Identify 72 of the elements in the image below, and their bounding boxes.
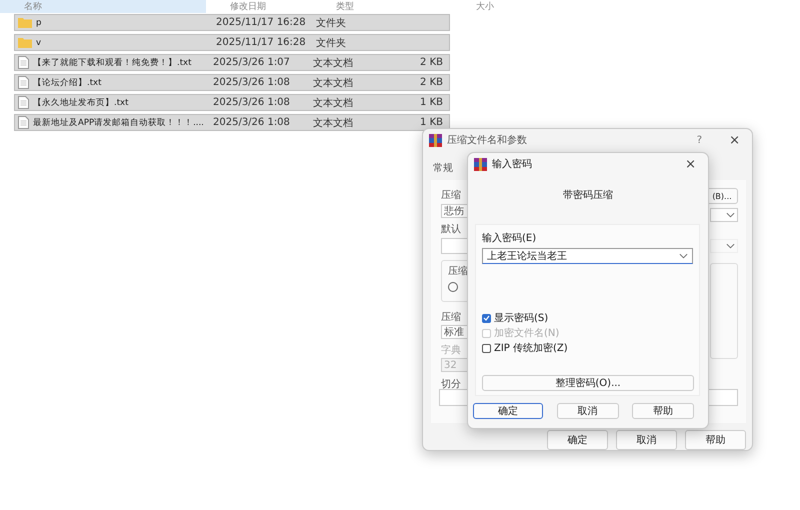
file-size: 2 KB [419,77,443,88]
close-button[interactable]: × [679,156,702,172]
field-label: 字典 [441,344,461,357]
checkbox-label: 加密文件名(N) [494,326,560,340]
file-size: 1 KB [419,97,443,108]
file-row[interactable]: 【论坛介绍】.txt 2025/3/26 1:08 文本文档 2 KB [14,74,450,91]
group-label: 压缩 [448,264,469,278]
dialog-button[interactable]: 取消 [616,430,677,450]
file-size: 1 KB [419,117,443,128]
field-label: 默认 [441,223,461,236]
dialog-button[interactable]: 帮助 [685,430,746,450]
checkbox-label: 显示密码(S) [494,312,548,325]
help-button[interactable]: ? [680,134,718,146]
radio-button[interactable] [448,282,458,292]
close-button[interactable]: × [723,132,746,148]
column-header[interactable]: 大小 [452,0,512,13]
column-header[interactable]: 修改日期 [206,0,312,13]
field-label: 压缩 [441,310,461,324]
file-date: 2025/3/26 1:08 [213,77,291,88]
checkmark-icon [483,315,490,321]
file-size: 2 KB [419,57,443,68]
file-type: 文本文档 [313,96,354,110]
password-text: 上老王论坛当老王 [487,250,567,263]
file-type: 文件夹 [316,16,347,30]
field-label: 压缩 [441,188,461,202]
archive-app-icon [429,134,442,146]
file-name: 最新地址及APP请发邮箱自动获取！！！.... [33,116,205,128]
window-title: 压缩文件名和参数 [447,134,528,147]
checkbox[interactable] [482,314,491,322]
window-title: 输入密码 [492,158,533,171]
dialog-button[interactable]: 确定 [473,403,543,419]
dialog-button[interactable]: 帮助 [632,403,694,419]
file-date: 2025/3/26 1:08 [213,117,291,128]
dialog-button[interactable]: 取消 [556,403,618,419]
chevron-icon [679,253,688,259]
file-row[interactable]: 最新地址及APP请发邮箱自动获取！！！.... 2025/3/26 1:08 文本文档 1 KB [14,114,450,131]
folder-icon [18,17,32,28]
dialog-button[interactable]: 确定 [547,430,608,450]
file-date: 2025/11/17 16:28 [216,17,307,28]
chevron-icon [726,243,735,249]
file-type: 文件夹 [316,36,347,50]
file-row[interactable]: p 2025/11/17 16:28 文件夹 [14,14,450,31]
browse-button[interactable]: (B)... [706,188,738,204]
text-file-icon [18,56,29,69]
folder-icon [18,37,32,48]
file-name: p [36,18,42,28]
file-date: 2025/11/17 16:28 [216,37,307,48]
file-type: 文本文档 [313,76,354,90]
field-label: 输入密码(E) [482,232,538,245]
text-file-icon [18,76,29,89]
file-type: 文本文档 [313,56,354,70]
field-label: 切分 [441,378,461,391]
file-name: 【来了就能下载和观看！纯免费！】.txt [33,56,192,68]
file-name: 【论坛介绍】.txt [33,76,102,88]
chevron-icon [726,212,735,218]
checkbox[interactable] [482,344,491,352]
file-row[interactable]: v 2025/11/17 16:28 文件夹 [14,34,450,51]
checkbox-label: ZIP 传统加密(Z) [494,342,568,355]
file-row[interactable]: 【来了就能下载和观看！纯免费！】.txt 2025/3/26 1:07 文本文档 2 KB [14,54,450,71]
organize-passwords-button[interactable]: 整理密码(O)... [482,375,694,391]
password-field[interactable]: 上老王论坛当老王 [482,248,693,264]
file-type: 文本文档 [313,116,354,130]
dialog-heading: 带密码压缩 [562,188,614,202]
file-name: v [36,38,42,48]
file-date: 2025/3/26 1:08 [213,97,291,108]
archive-app-icon [474,158,487,170]
column-header[interactable]: 类型 [312,0,452,13]
file-name: 【永久地址发布页】.txt [33,96,130,108]
file-row[interactable]: 【永久地址发布页】.txt 2025/3/26 1:08 文本文档 1 KB [14,94,450,111]
file-date: 2025/3/26 1:07 [213,57,291,68]
text-file-icon [18,116,29,129]
text-file-icon [18,96,29,109]
